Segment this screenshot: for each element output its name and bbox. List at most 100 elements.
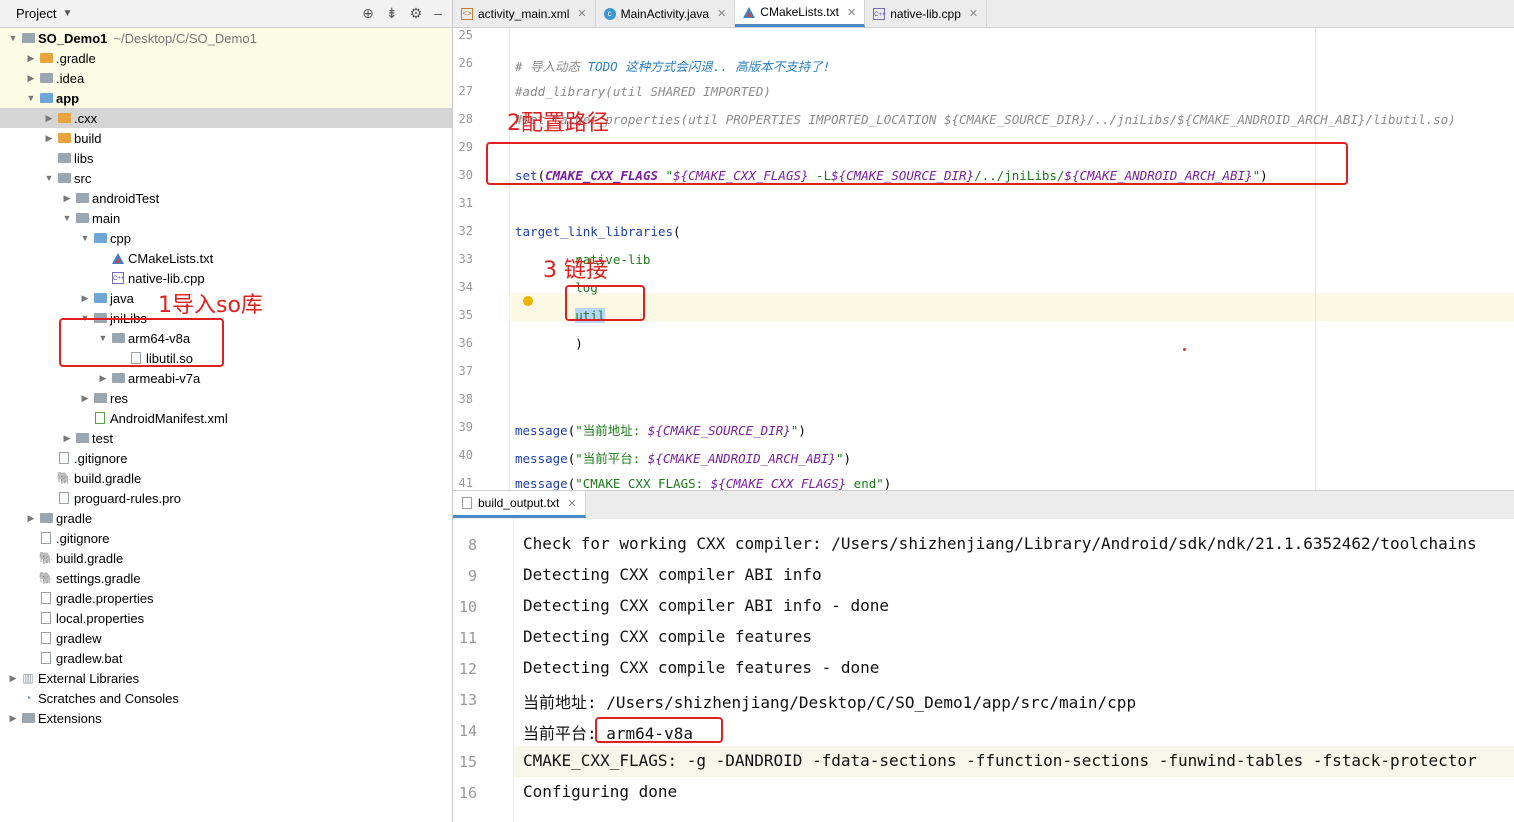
collapse-arrow-icon[interactable]: ▶ (24, 53, 38, 64)
tree-item-build-gradle[interactable]: 🐘 build.gradle (0, 548, 452, 568)
annotation-box-set-flags (486, 142, 1348, 185)
tree-item-label: test (92, 430, 113, 446)
output-line-number: 15 (458, 753, 477, 771)
folder-icon (38, 512, 54, 524)
file-icon (56, 492, 72, 504)
tree-item-idea[interactable]: ▶ .idea (0, 68, 452, 88)
collapse-arrow-icon[interactable]: ▶ (6, 673, 20, 684)
editor-gutter: 25 26 27 28 29 30 31 32 33 34 35 36 37 38 39 40 41 (453, 28, 510, 490)
code-editor[interactable]: 25 26 27 28 29 30 31 32 33 34 35 36 37 38 39 40 41 # 导入动… (453, 28, 1514, 490)
tree-item-external-libraries[interactable]: ▶ ▥ External Libraries (0, 668, 452, 688)
hide-icon[interactable]: – (434, 5, 442, 22)
tree-item-gitignore[interactable]: .gitignore (0, 448, 452, 468)
tree-item-res[interactable]: ▶ res (0, 388, 452, 408)
output-line-number: 8 (467, 536, 477, 554)
tree-item-gradle[interactable]: ▶ .gradle (0, 48, 452, 68)
tree-item-libs[interactable]: libs (0, 148, 452, 168)
close-icon[interactable]: ✕ (969, 7, 978, 20)
tree-item-extensions[interactable]: ▶ Extensions (0, 708, 452, 728)
tree-item-armeabi-v7a[interactable]: ▶ armeabi-v7a (0, 368, 452, 388)
code-line: # 导入动态 TODO 这种方式会闪退.. 高版本不支持了! (515, 59, 831, 74)
tab-build-output[interactable]: build_output.txt ✕ (453, 491, 586, 518)
tree-item-label: cpp (110, 230, 131, 246)
tab-native-lib-cpp[interactable]: C++ native-lib.cpp ✕ (865, 0, 988, 27)
gradle-icon: 🐘 (56, 471, 72, 485)
gradle-icon: 🐘 (38, 551, 54, 565)
code-line: #set_target_properties(util PROPERTIES I… (515, 112, 1456, 127)
red-dot (1183, 348, 1186, 351)
tree-item-test[interactable]: ▶ test (0, 428, 452, 448)
library-icon: ▥ (22, 671, 34, 685)
tree-item-label: gradlew.bat (56, 650, 123, 666)
tree-item-androidtest[interactable]: ▶ androidTest (0, 188, 452, 208)
lightbulb-icon[interactable] (523, 296, 533, 306)
collapse-arrow-icon[interactable]: ▶ (42, 113, 56, 124)
tree-item-label: java (110, 290, 134, 306)
tree-item-local-properties[interactable]: local.properties (0, 608, 452, 628)
expand-arrow-icon[interactable]: ▼ (60, 213, 74, 223)
tree-item-label: libs (74, 150, 94, 166)
collapse-arrow-icon[interactable]: ▶ (6, 713, 20, 724)
collapse-all-icon[interactable]: ⇟ (386, 5, 398, 22)
tab-activity-main-xml[interactable]: <> activity_main.xml ✕ (453, 0, 596, 27)
collapse-arrow-icon[interactable]: ▶ (60, 433, 74, 444)
source-folder-icon (92, 292, 108, 304)
tree-item-label: SO_Demo1 (38, 30, 108, 46)
tree-item-src[interactable]: ▼ src (0, 168, 452, 188)
tree-item-main[interactable]: ▼ main (0, 208, 452, 228)
collapse-arrow-icon[interactable]: ▶ (42, 133, 56, 144)
expand-arrow-icon[interactable]: ▼ (42, 173, 56, 183)
tree-item-native-lib-cpp[interactable]: C++ native-lib.cpp (0, 268, 452, 288)
file-icon (38, 652, 54, 664)
collapse-arrow-icon[interactable]: ▶ (78, 293, 92, 304)
close-icon[interactable]: ✕ (577, 7, 586, 20)
project-view-selector[interactable]: Project (16, 6, 56, 21)
tree-item-label: main (92, 210, 121, 226)
tree-item-androidmanifest-xml[interactable]: AndroidManifest.xml (0, 408, 452, 428)
tree-item-scratches-and-consoles[interactable]: ◔ Scratches and Consoles (0, 688, 452, 708)
tree-item-gradle[interactable]: ▶ gradle (0, 508, 452, 528)
tree-item-build[interactable]: ▶ build (0, 128, 452, 148)
tab-label: CMakeLists.txt (760, 5, 839, 19)
build-output-viewer[interactable]: 8 9 10 11 12 13 14 15 16 Check for working CXX c… (453, 519, 1514, 822)
folder-icon (74, 432, 90, 444)
tree-item-cpp[interactable]: ▼ cpp (0, 228, 452, 248)
tree-item-gradlew-bat[interactable]: gradlew.bat (0, 648, 452, 668)
collapse-arrow-icon[interactable]: ▶ (78, 393, 92, 404)
output-line: Check for working CXX compiler: /Users/s… (523, 534, 1477, 553)
collapse-arrow-icon[interactable]: ▶ (24, 513, 38, 524)
tab-cmakelists-txt[interactable]: CMakeLists.txt ✕ (735, 0, 866, 27)
tree-item-proguard-rules-pro[interactable]: proguard-rules.pro (0, 488, 452, 508)
tree-item-label: androidTest (92, 190, 160, 206)
code-line: ) (515, 336, 583, 351)
tree-item-gradle-properties[interactable]: gradle.properties (0, 588, 452, 608)
editor-tab-bar: <> activity_main.xml ✕ c MainActivity.java ✕ C… (453, 0, 1514, 28)
tab-mainactivity-java[interactable]: c MainActivity.java ✕ (596, 0, 736, 27)
tree-item-settings-gradle[interactable]: 🐘 settings.gradle (0, 568, 452, 588)
close-icon[interactable]: ✕ (847, 6, 856, 19)
tree-item-label: Extensions (38, 710, 102, 726)
annotation-link: 3 链接 (543, 258, 608, 283)
close-icon[interactable]: ✕ (567, 497, 576, 510)
expand-arrow-icon[interactable]: ▼ (24, 93, 38, 103)
locate-icon[interactable]: ⊕ (362, 5, 374, 22)
line-number: 35 (458, 308, 473, 322)
expand-arrow-icon[interactable]: ▼ (78, 233, 92, 243)
folder-icon (56, 172, 72, 184)
tree-item-gradlew[interactable]: gradlew (0, 628, 452, 648)
tree-item-gitignore[interactable]: .gitignore (0, 528, 452, 548)
chevron-down-icon[interactable]: ▼ (62, 8, 72, 19)
collapse-arrow-icon[interactable]: ▶ (96, 373, 110, 384)
tree-item-build-gradle[interactable]: 🐘 build.gradle (0, 468, 452, 488)
collapse-arrow-icon[interactable]: ▶ (24, 73, 38, 84)
expand-arrow-icon[interactable]: ▼ (6, 33, 20, 43)
tree-item-so-demo1[interactable]: ▼ SO_Demo1 ~/Desktop/C/SO_Demo1 (0, 28, 452, 48)
tree-item-app[interactable]: ▼ app (0, 88, 452, 108)
output-line-number: 14 (458, 722, 477, 740)
gear-icon[interactable]: ⚙ (410, 5, 423, 22)
tree-item-cxx[interactable]: ▶ .cxx (0, 108, 452, 128)
close-icon[interactable]: ✕ (717, 7, 726, 20)
collapse-arrow-icon[interactable]: ▶ (60, 193, 74, 204)
tree-item-cmakelists-txt[interactable]: CMakeLists.txt (0, 248, 452, 268)
line-number: 29 (458, 140, 473, 154)
